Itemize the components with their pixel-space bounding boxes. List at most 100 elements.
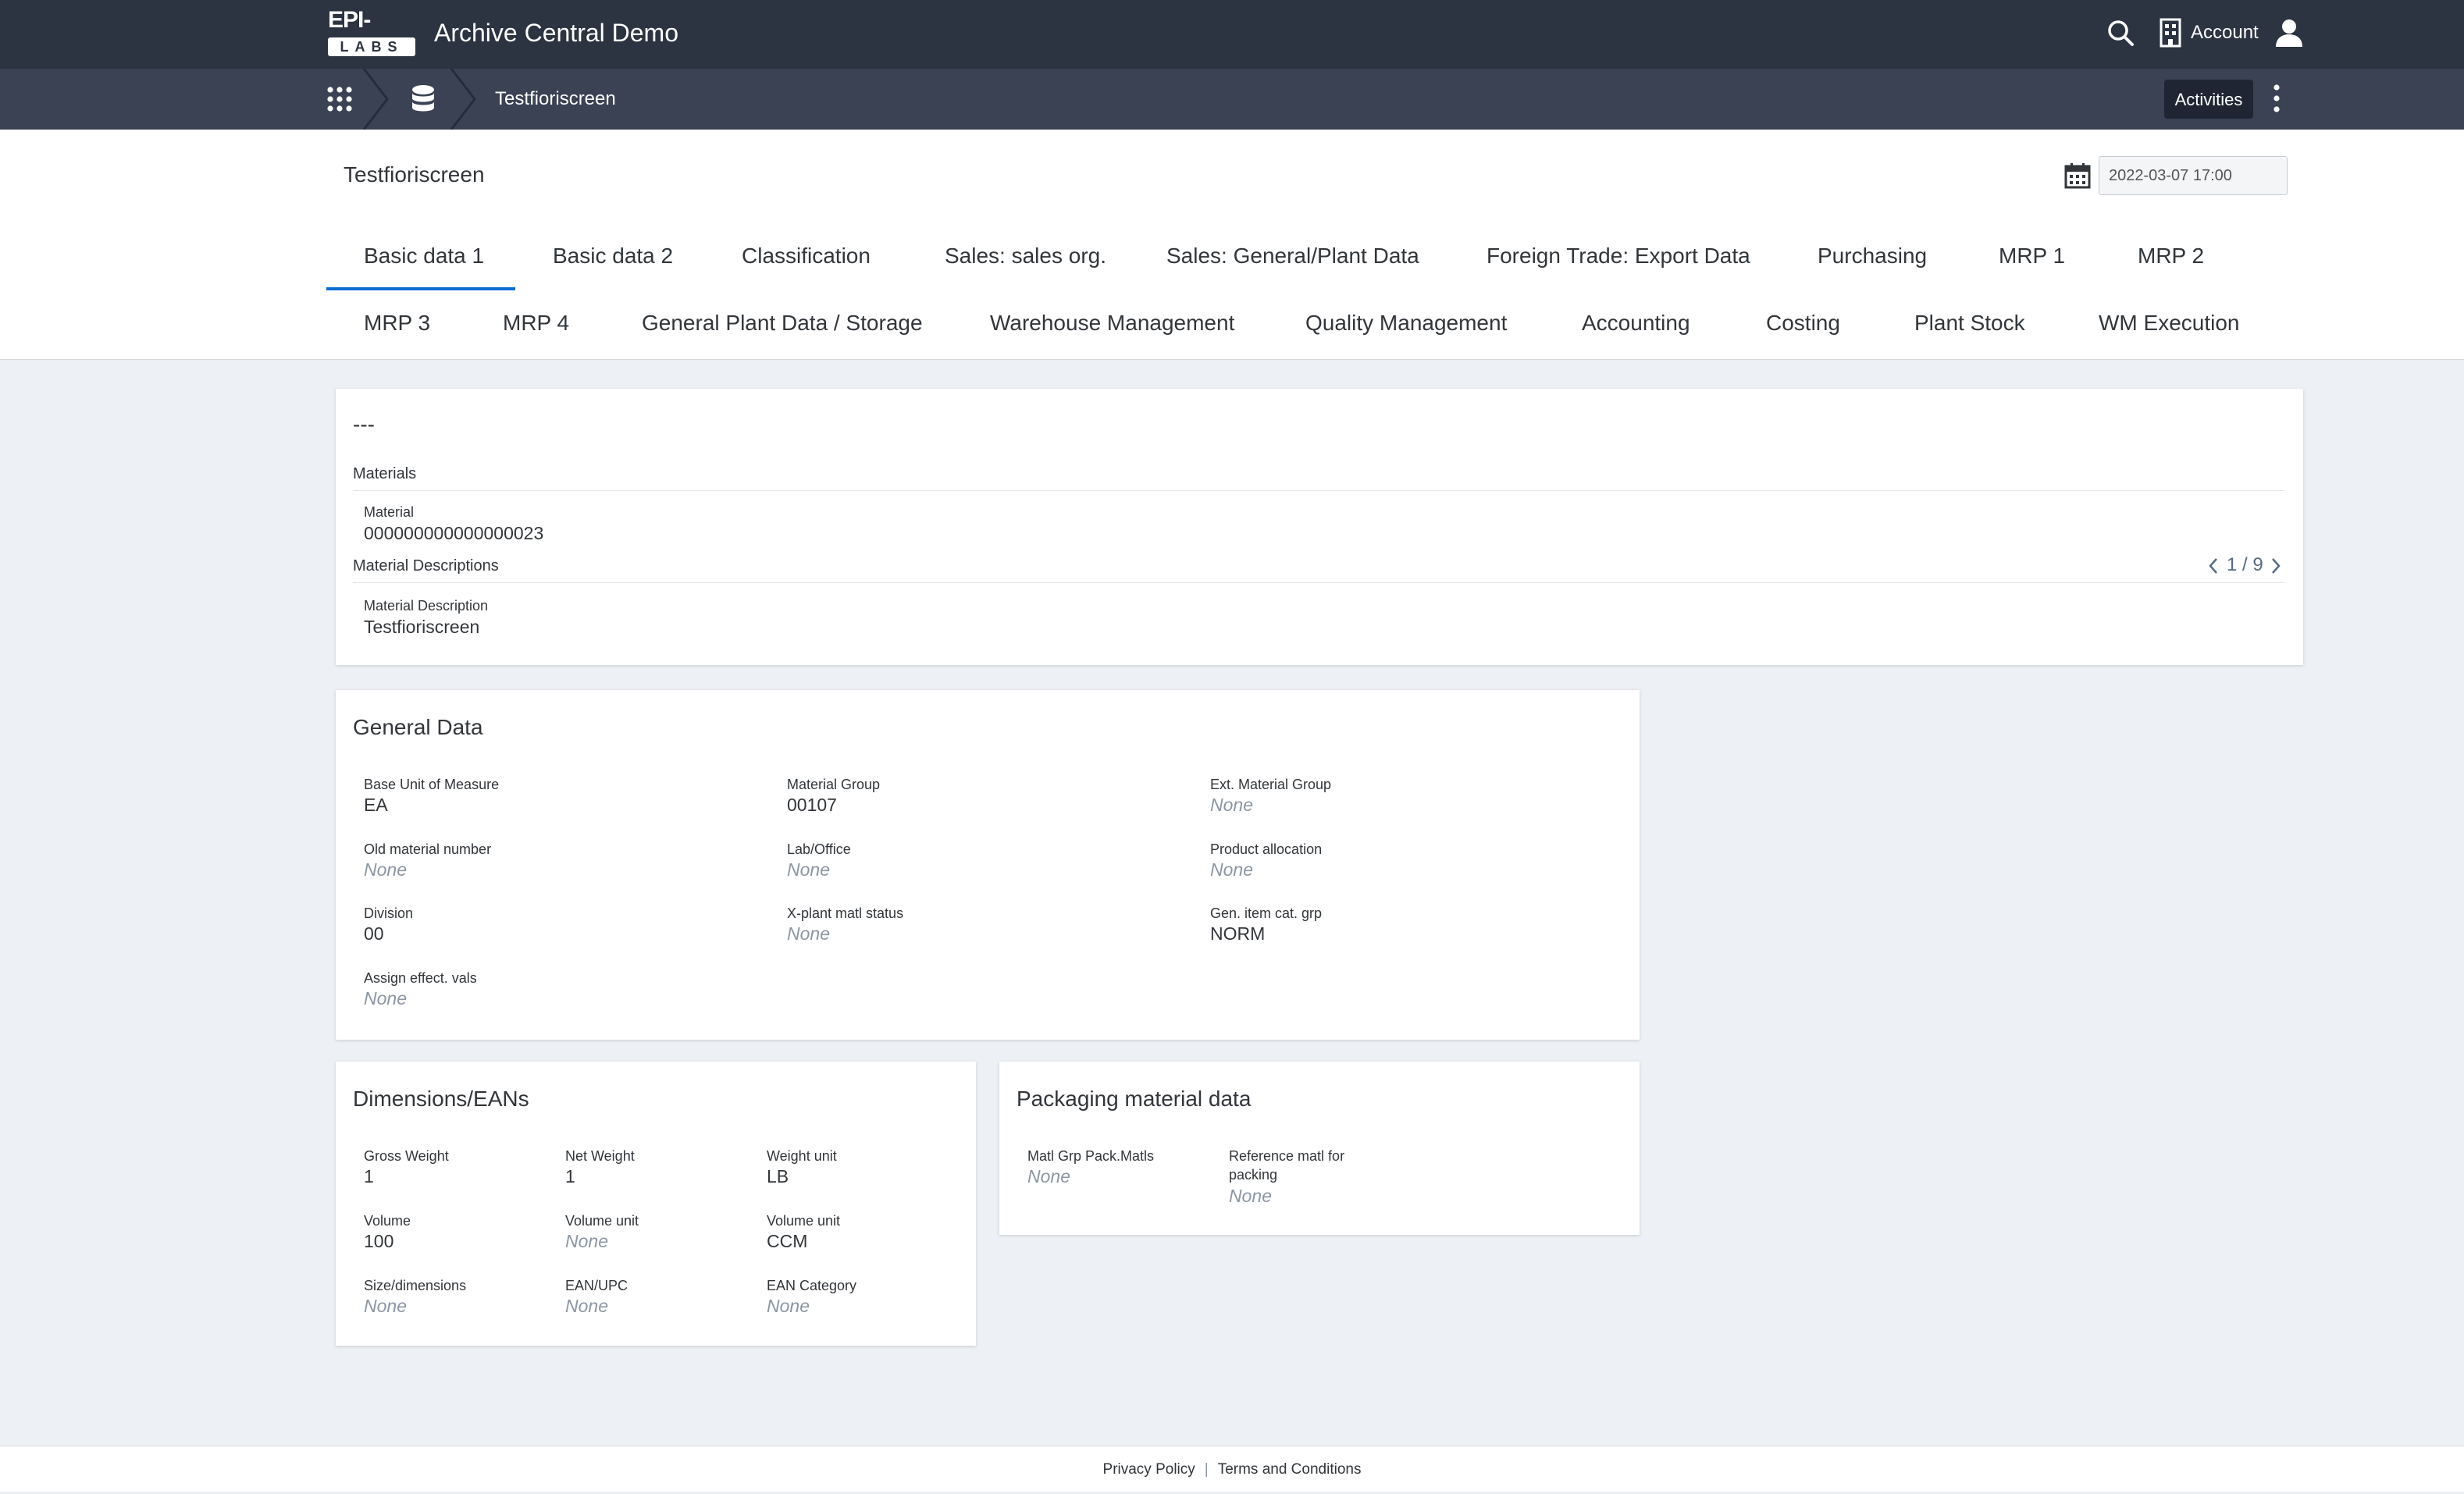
footer-separator: | [1204,1461,1209,1478]
field-value: None [787,923,830,944]
field-label: Assign effect. vals [364,970,477,986]
more-options-icon[interactable] [2267,83,2286,114]
general-data-card [336,690,1640,1040]
user-icon[interactable] [2274,17,2305,48]
dimensions-title: Dimensions/EANs [353,1087,529,1111]
field-label: Gross Weight [364,1148,449,1164]
field-label: Old material number [364,841,492,857]
field-label: Size/dimensions [364,1278,467,1293]
field-value: 00107 [787,795,837,815]
tab-sales-general-plant-data[interactable]: Sales: General/Plant Data [1166,240,1419,272]
tab-foreign-trade-export-data[interactable]: Foreign Trade: Export Data [1487,240,1750,272]
tab-plant-stock[interactable]: Plant Stock [1914,308,2025,339]
field-label: Matl Grp Pack.Matls [1027,1148,1155,1164]
terms-link[interactable]: Terms and Conditions [1218,1461,1362,1478]
object-header: Testfioriscreen Basic data 1 Basic data … [0,130,2464,360]
tab-costing[interactable]: Costing [1766,308,1840,339]
active-tab-indicator [326,287,515,290]
activities-button[interactable]: Activities [2164,80,2253,119]
field-label: Material Group [787,777,881,792]
breadcrumb-chevron-icon [362,69,389,130]
tab-classification[interactable]: Classification [742,240,871,272]
field-value: 00 [364,923,384,944]
field-value: CCM [767,1231,808,1251]
field-label: Lab/Office [787,841,851,857]
logo-mark: EPI-USE [328,7,375,61]
top-bar: EPI-USE LABS Archive Central Demo Accoun… [0,0,2464,69]
epi-use-logo[interactable]: EPI-USE LABS [328,6,415,61]
tab-sales-sales-org[interactable]: Sales: sales org. [945,240,1106,272]
field-label: Net Weight [565,1148,635,1164]
pager-label: 1 / 9 [2227,554,2263,575]
field-label: EAN Category [767,1278,857,1293]
footer: Privacy Policy | Terms and Conditions [0,1446,2464,1492]
field-value: None [767,1296,810,1316]
breadcrumb-chevron-icon [450,69,476,130]
general-data-title: General Data [353,715,483,739]
search-icon[interactable] [2105,17,2136,48]
tab-quality-management[interactable]: Quality Management [1305,308,1507,339]
calendar-icon[interactable] [2064,162,2091,189]
field-label: EAN/UPC [565,1278,628,1293]
tab-mrp-2[interactable]: MRP 2 [2138,240,2204,272]
field-label: Volume [364,1213,411,1229]
field-value: None [364,1296,407,1316]
field-value: None [565,1231,608,1251]
field-label: Gen. item cat. grp [1210,905,1323,921]
field-label: Reference matl for packing [1229,1148,1345,1183]
field-label: Ext. Material Group [1210,777,1332,792]
field-value: NORM [1210,923,1266,944]
summary-card [336,389,2303,665]
field-value: None [1229,1186,1272,1206]
app-grid-icon[interactable] [326,86,353,112]
date-picker-input[interactable] [2099,156,2288,195]
tab-accounting[interactable]: Accounting [1582,308,1690,339]
field-value: 100 [364,1231,394,1251]
field-label: Division [364,905,414,921]
tab-mrp-4[interactable]: MRP 4 [503,308,569,339]
tab-purchasing[interactable]: Purchasing [1818,240,1927,272]
material-descriptions-heading: Material Descriptions [353,557,499,574]
field-label: Product allocation [1210,841,1323,857]
footer-links: Privacy Policy | Terms and Conditions [0,1459,2464,1481]
app-title: Archive Central Demo [434,19,678,47]
account-label[interactable]: Account [2191,19,2259,47]
material-description-value: Testfioriscreen [364,617,480,637]
field-value: None [1210,859,1253,880]
tab-warehouse-management[interactable]: Warehouse Management [990,308,1234,339]
privacy-policy-link[interactable]: Privacy Policy [1103,1461,1195,1478]
tab-general-plant-data-storage[interactable]: General Plant Data / Storage [642,308,923,339]
field-value: None [364,988,407,1008]
field-value: None [364,859,407,880]
divider [353,490,2284,491]
material-description-label: Material Description [364,598,489,614]
chevron-left-icon[interactable] [2208,557,2219,574]
tab-mrp-3[interactable]: MRP 3 [364,308,430,339]
field-value: 1 [565,1166,575,1186]
tab-mrp-1[interactable]: MRP 1 [1999,240,2065,272]
packaging-title: Packaging material data [1017,1087,1252,1111]
field-value: None [787,859,830,880]
divider [353,582,2284,583]
building-icon[interactable] [2155,17,2186,48]
field-label: Volume unit [767,1213,841,1229]
summary-title: --- [353,412,375,436]
tab-wm-execution[interactable]: WM Execution [2099,308,2240,339]
field-value: None [565,1296,608,1316]
field-label: X-plant matl status [787,905,904,921]
field-value: LB [767,1166,789,1186]
field-value: EA [364,795,388,815]
materials-heading: Materials [353,465,417,482]
tab-basic-data-2[interactable]: Basic data 2 [553,240,673,272]
field-value: None [1027,1166,1070,1186]
chevron-right-icon[interactable] [2270,557,2281,574]
tab-basic-data-1[interactable]: Basic data 1 [364,240,484,272]
database-icon[interactable] [411,84,436,114]
breadcrumb-current[interactable]: Testfioriscreen [495,86,616,112]
field-label: Volume unit [565,1213,639,1229]
logo-labs: LABS [328,37,415,56]
object-title: Testfioriscreen [344,162,485,187]
field-value: 1 [364,1166,374,1186]
field-value: None [1210,795,1253,815]
field-label: Weight unit [767,1148,837,1164]
